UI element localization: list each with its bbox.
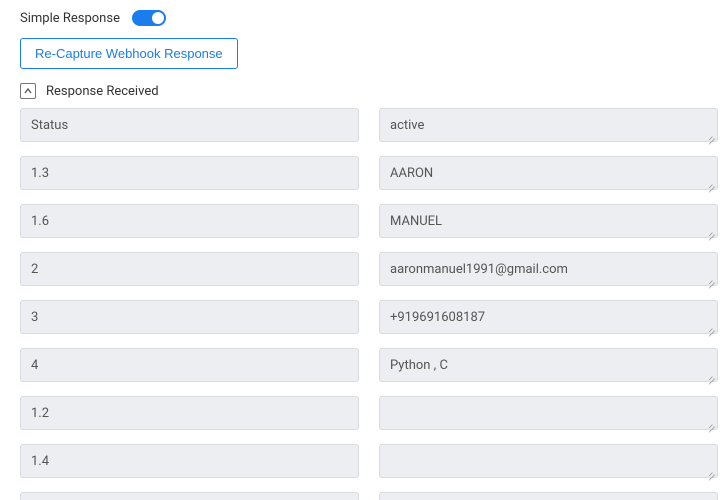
response-row: 1.6 MANUEL <box>20 204 718 238</box>
response-value-field[interactable]: active <box>379 108 718 142</box>
response-row: 1.8 <box>20 492 718 500</box>
resize-grip-icon <box>707 227 715 235</box>
response-row: Status active <box>20 108 718 142</box>
response-value-field[interactable] <box>379 396 718 430</box>
response-row: 1.2 <box>20 396 718 430</box>
resize-grip-icon <box>707 179 715 187</box>
response-key-field[interactable]: 2 <box>20 252 359 286</box>
response-key-field[interactable]: 1.3 <box>20 156 359 190</box>
recapture-button[interactable]: Re-Capture Webhook Response <box>20 38 238 69</box>
response-value-field[interactable] <box>379 444 718 478</box>
response-key-field[interactable]: 1.4 <box>20 444 359 478</box>
section-title: Response Received <box>46 84 159 99</box>
resize-grip-icon <box>707 131 715 139</box>
response-value-field[interactable]: MANUEL <box>379 204 718 238</box>
collapse-toggle[interactable] <box>20 83 36 99</box>
response-key-field[interactable]: 4 <box>20 348 359 382</box>
resize-grip-icon <box>707 467 715 475</box>
response-list-scroll[interactable]: Status active 1.3 AARON 1.6 MANUEL 2 aaronmanue… <box>0 104 726 500</box>
actions-row: Re-Capture Webhook Response <box>0 34 726 79</box>
response-value-field[interactable]: AARON <box>379 156 718 190</box>
response-key-field[interactable]: 1.8 <box>20 492 359 500</box>
response-key-field[interactable]: Status <box>20 108 359 142</box>
response-value-field[interactable] <box>379 492 718 500</box>
resize-grip-icon <box>707 323 715 331</box>
response-row: 1.4 <box>20 444 718 478</box>
response-value-field[interactable]: +919691608187 <box>379 300 718 334</box>
response-key-field[interactable]: 1.2 <box>20 396 359 430</box>
simple-response-toggle[interactable] <box>132 10 166 26</box>
resize-grip-icon <box>707 419 715 427</box>
response-row: 2 aaronmanuel1991@gmail.com <box>20 252 718 286</box>
simple-response-label: Simple Response <box>20 11 120 26</box>
resize-grip-icon <box>707 371 715 379</box>
response-row: 3 +919691608187 <box>20 300 718 334</box>
response-value-field[interactable]: Python , C <box>379 348 718 382</box>
response-value-field[interactable]: aaronmanuel1991@gmail.com <box>379 252 718 286</box>
response-key-field[interactable]: 1.6 <box>20 204 359 238</box>
response-row: 1.3 AARON <box>20 156 718 190</box>
response-key-field[interactable]: 3 <box>20 300 359 334</box>
simple-response-header: Simple Response <box>0 0 726 34</box>
response-row: 4 Python , C <box>20 348 718 382</box>
resize-grip-icon <box>707 275 715 283</box>
chevron-up-icon <box>24 88 32 94</box>
